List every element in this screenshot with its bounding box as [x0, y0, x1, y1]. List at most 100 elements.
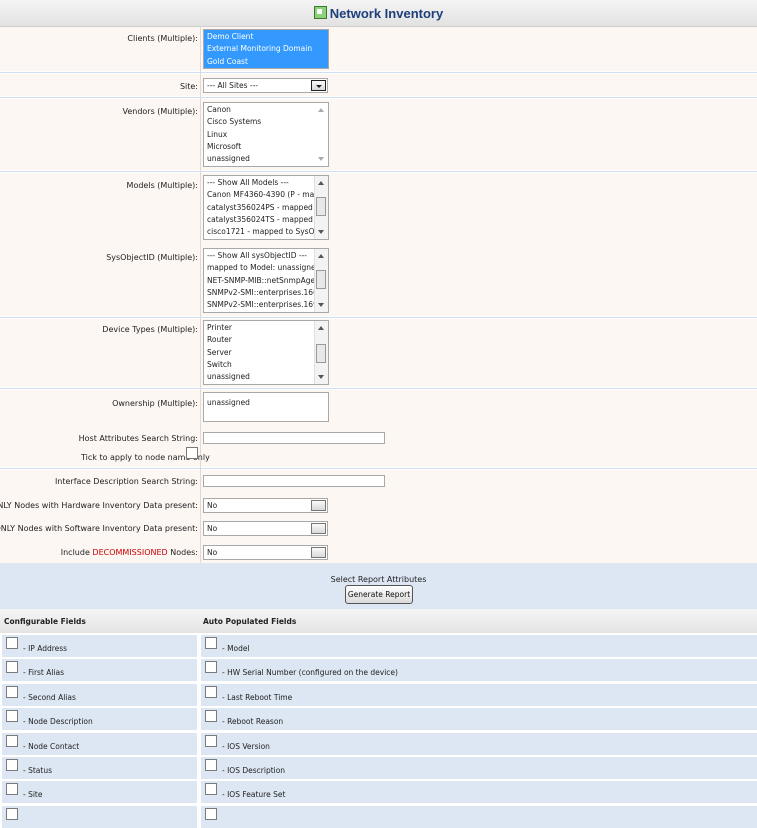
list-item[interactable]: Server [204, 347, 314, 359]
scrollbar[interactable] [314, 321, 328, 384]
device-types-listbox[interactable]: Printer Router Server Switch unassigned [203, 320, 329, 385]
host-attr-input[interactable] [203, 432, 385, 444]
list-item[interactable]: unassigned [204, 153, 314, 165]
site-select[interactable]: --- All Sites --- [203, 78, 328, 93]
auto-field-checkbox[interactable] [205, 808, 217, 820]
clients-label: Clients (Multiple): [127, 34, 198, 43]
list-item[interactable]: --- Show All sysObjectID --- [204, 250, 314, 262]
auto-field-checkbox[interactable] [205, 735, 217, 747]
sysobjectid-listbox[interactable]: --- Show All sysObjectID --- mapped to M… [203, 248, 329, 313]
configurable-field-row [2, 806, 197, 828]
configurable-field-label: - Site [23, 790, 43, 799]
configurable-field-label: - Second Alias [23, 693, 76, 702]
auto-field-checkbox[interactable] [205, 686, 217, 698]
scroll-up-icon[interactable] [318, 326, 324, 330]
configurable-field-label: - Status [23, 766, 52, 775]
decommissioned-select[interactable]: No [203, 545, 328, 560]
list-item[interactable]: unassigned [204, 371, 314, 383]
sw-inventory-select[interactable]: No [203, 521, 328, 536]
configurable-field-label: - IP Address [23, 644, 68, 653]
list-item[interactable]: Linux [204, 129, 314, 141]
scroll-down-icon[interactable] [318, 230, 324, 234]
list-item[interactable]: Microsoft [204, 141, 314, 153]
dropdown-button[interactable] [311, 523, 326, 534]
interface-desc-input[interactable] [203, 475, 385, 487]
chevron-down-icon[interactable] [311, 80, 326, 91]
divider [0, 388, 757, 389]
configurable-field-checkbox[interactable] [6, 710, 18, 722]
list-item[interactable]: External Monitoring Domain [204, 43, 328, 56]
divider [0, 317, 757, 318]
row-models-bg [0, 173, 757, 316]
configurable-field-checkbox[interactable] [6, 759, 18, 771]
scrollbar[interactable] [314, 249, 328, 312]
auto-field-row [201, 708, 757, 730]
generate-report-button[interactable]: Generate Report [345, 585, 413, 604]
auto-field-label: - Reboot Reason [222, 717, 284, 726]
list-item[interactable]: mapped to Model: unassigned [204, 262, 314, 274]
list-item[interactable]: Cisco Systems [204, 116, 314, 128]
list-item[interactable]: SNMPv2-SMI::enterprises.16972 [204, 299, 314, 311]
dropdown-button[interactable] [311, 500, 326, 511]
list-item[interactable]: --- Show All Models --- [204, 177, 314, 189]
configurable-field-checkbox[interactable] [6, 735, 18, 747]
vendors-listbox[interactable]: Canon Cisco Systems Linux Microsoft unas… [203, 102, 329, 167]
list-item[interactable]: Demo Client [204, 31, 328, 44]
column-divider [200, 27, 201, 563]
page-title: Network Inventory [329, 5, 444, 21]
clients-listbox[interactable]: Demo Client External Monitoring Domain G… [203, 29, 329, 69]
ownership-listbox[interactable]: unassigned [203, 392, 329, 422]
node-name-only-checkbox[interactable] [186, 447, 198, 459]
models-listbox[interactable]: --- Show All Models --- Canon MF4360-439… [203, 175, 329, 240]
list-item[interactable]: Printer [204, 322, 314, 334]
auto-field-checkbox[interactable] [205, 783, 217, 795]
auto-field-checkbox[interactable] [205, 637, 217, 649]
list-item[interactable]: NET-SNMP-MIB::netSnmpAgent( [204, 275, 314, 287]
scroll-thumb[interactable] [316, 197, 326, 216]
models-label: Models (Multiple): [126, 181, 198, 190]
scroll-up-icon[interactable] [318, 254, 324, 258]
scrollbar[interactable] [314, 176, 328, 239]
scroll-up-icon[interactable] [318, 108, 324, 112]
list-item[interactable]: catalyst356024TS - mapped to S [204, 214, 314, 226]
configurable-field-checkbox[interactable] [6, 686, 18, 698]
device-types-label: Device Types (Multiple): [102, 325, 198, 334]
dropdown-button[interactable] [311, 547, 326, 558]
scrollbar[interactable] [315, 103, 328, 166]
list-item[interactable]: Switch [204, 359, 314, 371]
configurable-field-checkbox[interactable] [6, 808, 18, 820]
list-item[interactable]: unassigned [204, 397, 328, 409]
scroll-up-icon[interactable] [318, 181, 324, 185]
auto-field-checkbox[interactable] [205, 710, 217, 722]
configurable-field-checkbox[interactable] [6, 637, 18, 649]
scroll-down-icon[interactable] [318, 375, 324, 379]
auto-field-checkbox[interactable] [205, 759, 217, 771]
scroll-thumb[interactable] [316, 270, 326, 289]
scroll-thumb[interactable] [316, 344, 326, 363]
list-item[interactable]: SNMPv2-SMI::enterprises.1602.4 [204, 287, 314, 299]
list-item[interactable]: Canon [204, 104, 314, 116]
auto-field-label: - Last Reboot Time [222, 693, 293, 702]
fields-header [0, 609, 757, 633]
list-item[interactable]: cisco1721 - mapped to SysObjec [204, 226, 314, 238]
configurable-field-checkbox[interactable] [6, 661, 18, 673]
decommissioned-label-pre: Include [60, 548, 93, 557]
list-item[interactable]: Canon MF4360-4390 (P - mapped [204, 189, 314, 201]
scroll-down-icon[interactable] [318, 303, 324, 307]
decommissioned-label-red: DECOMMISSIONED [92, 548, 168, 557]
list-item[interactable]: catalyst356024PS - mapped to S [204, 202, 314, 214]
configurable-field-label: - Node Description [23, 717, 93, 726]
scroll-down-icon[interactable] [318, 157, 324, 161]
hw-inventory-label: Show ONLY Nodes with Hardware Inventory … [0, 501, 198, 510]
configurable-field-checkbox[interactable] [6, 783, 18, 795]
hw-inventory-select[interactable]: No [203, 498, 328, 513]
sysobjectid-label: SysObjectID (Multiple): [106, 253, 198, 262]
list-item[interactable]: Gold Coast [204, 55, 328, 68]
decommissioned-value: No [207, 548, 218, 557]
configurable-field-label: - Node Contact [23, 742, 80, 751]
row-clients-bg [0, 27, 757, 71]
list-item[interactable]: Router [204, 334, 314, 346]
interface-desc-label: Interface Description Search String: [54, 477, 198, 486]
divider [0, 171, 757, 172]
auto-field-checkbox[interactable] [205, 661, 217, 673]
